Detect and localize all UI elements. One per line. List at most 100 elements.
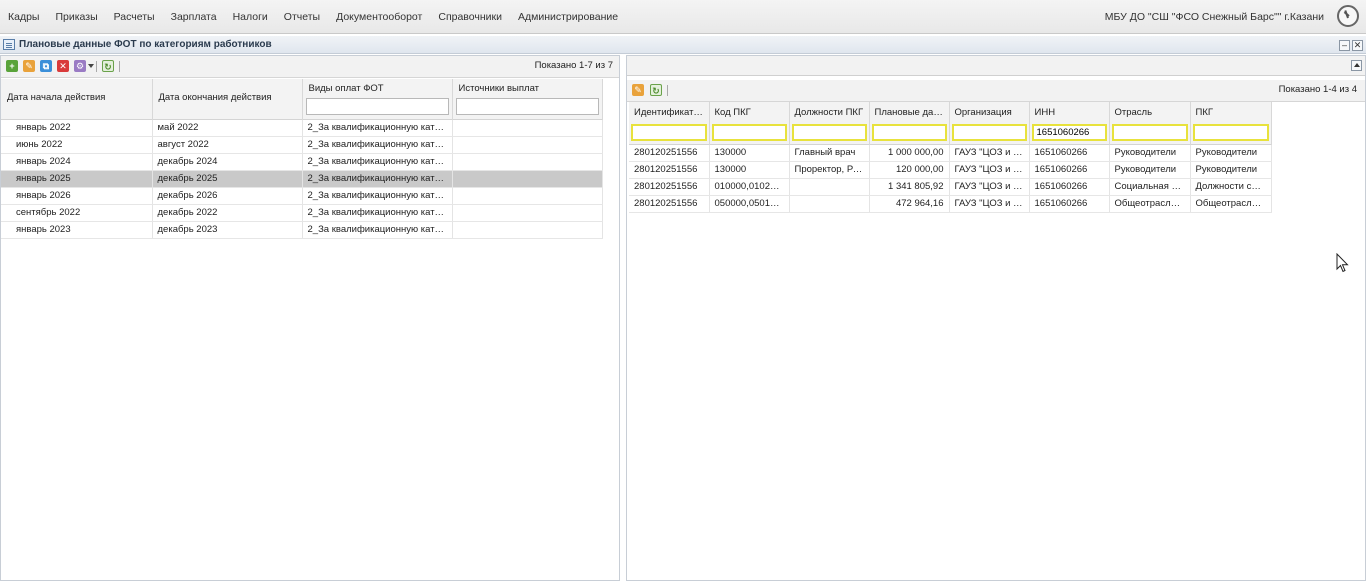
table-row[interactable]: июнь 2022 август 2022 2_За квалификационну… xyxy=(1,136,603,154)
column-filter-input[interactable] xyxy=(711,124,787,142)
table-cell: январь 2023 xyxy=(1,221,153,239)
filter-cell xyxy=(1109,122,1191,144)
table-cell: 472 964,16 xyxy=(869,195,950,213)
column-filter-input[interactable] xyxy=(631,124,707,142)
organization-name[interactable]: МБУ ДО "СШ "ФСО Снежный Барс"" г.Казани xyxy=(1105,0,1324,34)
table-cell xyxy=(789,195,870,213)
copy-icon[interactable]: ⧉ xyxy=(40,60,52,72)
column-header[interactable]: Организация xyxy=(949,102,1030,122)
add-icon[interactable]: + xyxy=(6,60,18,72)
filter-cell xyxy=(869,122,950,144)
column-header[interactable]: ИНН xyxy=(1029,102,1110,122)
table-row[interactable]: январь 2026 декабрь 2026 2_За квалификацио… xyxy=(1,187,603,205)
mouse-cursor-icon xyxy=(1336,253,1349,273)
column-header-sources[interactable]: Источники выплат xyxy=(452,79,603,119)
menu-item-0[interactable]: Кадры xyxy=(0,11,47,23)
table-cell: 280120251556 xyxy=(629,144,710,162)
sources-filter-input[interactable] xyxy=(455,98,599,115)
collapse-button[interactable] xyxy=(1351,60,1362,71)
clock-icon[interactable] xyxy=(1337,5,1359,27)
column-header-end-date[interactable]: Дата окончания действия xyxy=(152,79,303,119)
column-header[interactable]: Должности ПКГ xyxy=(789,102,870,122)
table-cell: Руководители xyxy=(1109,161,1191,179)
menu-item-4[interactable]: Налоги xyxy=(225,11,276,23)
table-row[interactable]: сентябрь 2022 декабрь 2022 2_За квалификац… xyxy=(1,204,603,222)
table-cell: Общеотраслевые должности xyxy=(1190,195,1272,213)
column-header[interactable]: Отрасль xyxy=(1109,102,1191,122)
table-cell: январь 2026 xyxy=(1,187,153,205)
refresh-icon[interactable]: ↻ xyxy=(102,60,114,72)
table-cell: Проректор, Ректор xyxy=(789,161,870,179)
edit-icon[interactable]: ✎ xyxy=(632,84,644,96)
filter-cell xyxy=(709,122,790,144)
filter-cell xyxy=(949,122,1030,144)
column-header-payment-types[interactable]: Виды оплат ФОТ xyxy=(302,79,453,119)
right-panel-header xyxy=(627,56,1365,76)
menu-item-2[interactable]: Расчеты xyxy=(106,11,163,23)
right-grid: Идентификатор ПКГКод ПКГДолжности ПКГПла… xyxy=(629,102,1272,213)
window-title: Плановые данные ФОТ по категориям работн… xyxy=(19,39,272,50)
table-cell: сентябрь 2022 xyxy=(1,204,153,222)
table-cell: декабрь 2026 xyxy=(152,187,303,205)
column-filter-input[interactable] xyxy=(1192,124,1269,142)
menu-item-3[interactable]: Зарплата xyxy=(163,11,225,23)
left-shown-count: Показано 1-7 из 7 xyxy=(534,60,613,71)
table-cell: 1651060266 xyxy=(1029,144,1110,162)
table-cell: 010000,010201,010202 xyxy=(709,178,790,196)
table-row[interactable]: январь 2022 май 2022 2_За квалификационную… xyxy=(1,119,603,137)
column-filter-input[interactable] xyxy=(791,124,867,142)
table-cell xyxy=(789,178,870,196)
toolbar-separator xyxy=(667,85,668,96)
table-cell: 2_За квалификационную категорию xyxy=(302,221,453,239)
column-header-label: Виды оплат ФОТ xyxy=(308,83,384,94)
menu-item-7[interactable]: Справочники xyxy=(430,11,510,23)
toolbar-separator xyxy=(119,61,120,72)
table-cell: 280120251556 xyxy=(629,178,710,196)
table-row[interactable]: январь 2025 декабрь 2025 2_За квалификацио… xyxy=(1,170,603,188)
table-cell: декабрь 2024 xyxy=(152,153,303,171)
table-cell: 1 000 000,00 xyxy=(869,144,950,162)
table-row[interactable]: январь 2023 декабрь 2023 2_За квалификацио… xyxy=(1,221,603,239)
table-cell: Должности специалистов xyxy=(1190,178,1272,196)
table-cell: Руководители xyxy=(1190,161,1272,179)
column-header-start-date[interactable]: Дата начала действия xyxy=(1,79,153,119)
column-filter-input[interactable] xyxy=(951,124,1027,142)
filter-cell xyxy=(789,122,870,144)
window-list-icon xyxy=(3,39,15,50)
menu-item-6[interactable]: Документооборот xyxy=(328,11,430,23)
menu-item-1[interactable]: Приказы xyxy=(47,11,105,23)
table-row[interactable]: 280120251556010000,010201,010202 1 341 80… xyxy=(629,178,1272,196)
close-button[interactable]: ✕ xyxy=(1352,40,1363,51)
table-cell xyxy=(452,187,603,205)
column-header[interactable]: Код ПКГ xyxy=(709,102,790,122)
table-cell: ГАУЗ "ЦОЗ и МП" xyxy=(949,178,1030,196)
table-cell: май 2022 xyxy=(152,119,303,137)
table-row[interactable]: 280120251556050000,050100,050200 472 964,… xyxy=(629,195,1272,213)
actions-dropdown-icon[interactable]: ⚙ xyxy=(74,60,86,72)
table-cell xyxy=(452,221,603,239)
column-header[interactable]: Идентификатор ПКГ xyxy=(629,102,710,122)
column-header[interactable]: Плановые данные xyxy=(869,102,950,122)
column-header[interactable]: ПКГ xyxy=(1190,102,1272,122)
minimize-button[interactable]: – xyxy=(1339,40,1350,51)
refresh-icon[interactable]: ↻ xyxy=(650,84,662,96)
column-filter-input[interactable] xyxy=(1031,124,1107,142)
table-row[interactable]: 280120251556 130000 Проректор, Ректор 120 0… xyxy=(629,161,1272,179)
table-cell: ГАУЗ "ЦОЗ и МП" xyxy=(949,161,1030,179)
payment-types-filter-input[interactable] xyxy=(305,98,449,115)
table-cell: 2_За квалификационную категорию xyxy=(302,187,453,205)
table-cell: январь 2025 xyxy=(1,170,153,188)
top-menu-bar: Кадры Приказы Расчеты Зарплата Налоги Отчеты Д… xyxy=(0,0,1366,34)
table-row[interactable]: январь 2024 декабрь 2024 2_За квалификацио… xyxy=(1,153,603,171)
filter-cell xyxy=(1190,122,1272,144)
edit-icon[interactable]: ✎ xyxy=(23,60,35,72)
table-cell: ГАУЗ "ЦОЗ и МП" xyxy=(949,144,1030,162)
column-filter-input[interactable] xyxy=(871,124,947,142)
column-filter-input[interactable] xyxy=(1111,124,1188,142)
chevron-down-icon[interactable] xyxy=(88,64,94,68)
filter-cell xyxy=(629,122,710,144)
table-row[interactable]: 280120251556 130000 Главный врач 1 000 000,… xyxy=(629,144,1272,162)
delete-icon[interactable]: ✕ xyxy=(57,60,69,72)
menu-item-8[interactable]: Администрирование xyxy=(510,11,626,23)
menu-item-5[interactable]: Отчеты xyxy=(276,11,328,23)
